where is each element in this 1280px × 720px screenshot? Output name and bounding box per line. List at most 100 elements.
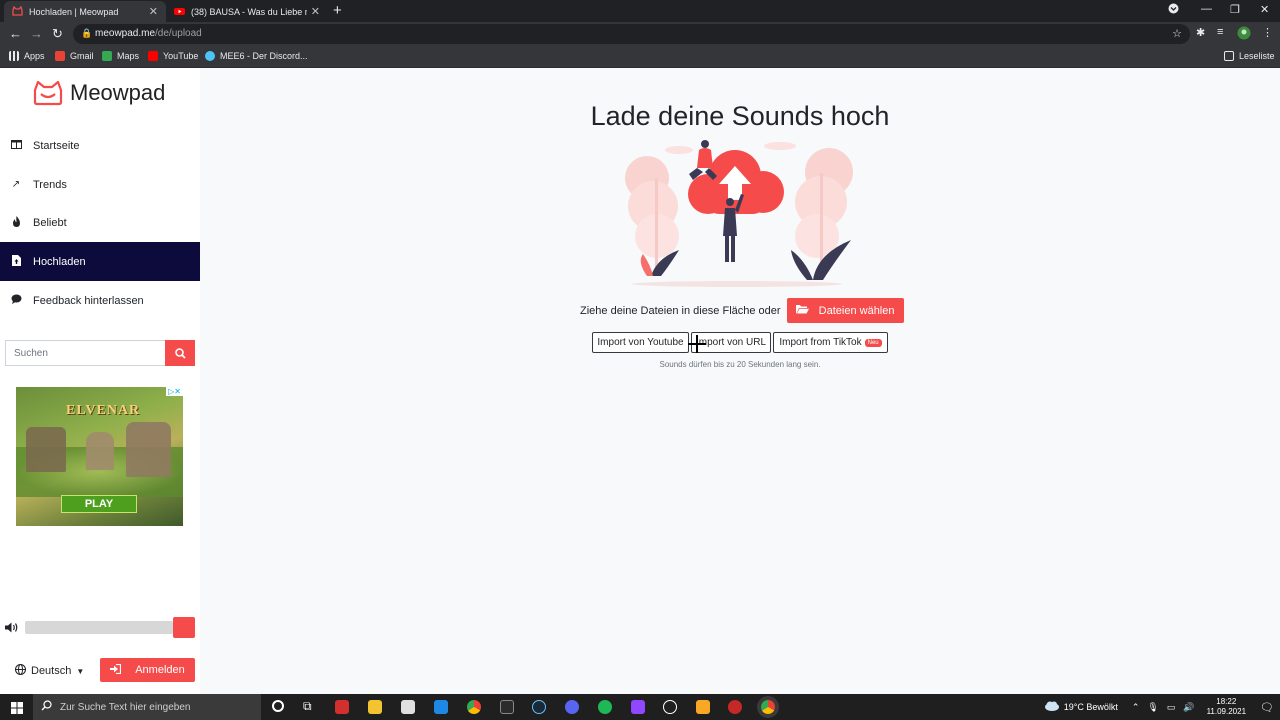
back-arrow-icon[interactable]: ← xyxy=(9,26,22,41)
volume-slider-track[interactable] xyxy=(25,621,173,634)
clock[interactable]: 18:22 11.09.2021 xyxy=(1207,697,1246,717)
minimize-icon[interactable]: — xyxy=(1201,3,1212,15)
reload-icon[interactable]: ↻ xyxy=(52,26,63,42)
volume-slider-handle[interactable] xyxy=(173,617,195,638)
network-icon[interactable]: ▭ xyxy=(1167,702,1176,713)
cortana-icon[interactable] xyxy=(272,700,284,712)
windows-start-icon[interactable] xyxy=(11,701,23,719)
import-tiktok-label: Import from TikTok xyxy=(779,337,862,348)
mee6-icon xyxy=(205,51,215,61)
arrow-up-right-icon: ↗ xyxy=(11,179,21,190)
discord-icon[interactable] xyxy=(565,700,579,714)
login-button[interactable]: Anmelden xyxy=(100,658,195,682)
search-input[interactable] xyxy=(5,340,165,366)
speaker-icon[interactable]: 🔊 xyxy=(1183,702,1194,713)
new-badge: Neu xyxy=(864,338,882,347)
bookmark-youtube[interactable]: YouTube xyxy=(148,51,198,61)
browser-menu-icon[interactable]: ⋮ xyxy=(1262,26,1273,39)
search-button[interactable] xyxy=(165,340,195,366)
bookmark-star-icon[interactable]: ☆ xyxy=(1172,27,1182,40)
comment-icon xyxy=(10,294,22,307)
tab-close-icon[interactable]: ✕ xyxy=(149,5,158,18)
profile-dropdown-icon[interactable] xyxy=(1168,3,1179,17)
apps-grid-icon xyxy=(9,51,19,61)
nav-label: Feedback hinterlassen xyxy=(33,294,144,307)
chrome-icon[interactable] xyxy=(467,700,481,714)
youtube-icon xyxy=(148,51,158,61)
taskbar-search-box[interactable]: Zur Suche Text hier eingeben xyxy=(33,694,261,720)
weather-text[interactable]: 19°C Bewölkt xyxy=(1064,702,1118,712)
choose-files-button[interactable]: Dateien wählen xyxy=(786,298,904,323)
close-window-icon[interactable]: ✕ xyxy=(1260,3,1269,16)
media-player-icon[interactable] xyxy=(728,700,742,714)
forward-arrow-icon[interactable]: → xyxy=(30,26,43,41)
file-explorer-icon[interactable] xyxy=(368,700,382,714)
nav-item-feedback[interactable]: Feedback hinterlassen xyxy=(0,281,200,320)
extensions-puzzle-icon[interactable]: ✱ xyxy=(1196,26,1205,39)
tab-youtube[interactable]: (38) BAUSA - Was du Liebe nenn ✕ xyxy=(166,1,328,22)
nav-label: Beliebt xyxy=(33,216,67,229)
clock-date: 11.09.2021 xyxy=(1206,707,1247,716)
nav-item-hochladen[interactable]: Hochladen xyxy=(0,242,200,281)
ad-play-button[interactable]: PLAY xyxy=(61,495,137,513)
nav-item-beliebt[interactable]: Beliebt xyxy=(0,203,200,242)
lock-icon: 🔒 xyxy=(81,28,93,38)
new-tab-plus-icon[interactable]: + xyxy=(333,2,342,19)
store-icon[interactable] xyxy=(401,700,415,714)
gmail-icon xyxy=(55,51,65,61)
obs-icon[interactable] xyxy=(663,700,677,714)
cloud-upload-illustration xyxy=(625,140,853,287)
tab-title: (38) BAUSA - Was du Liebe nenn xyxy=(191,6,307,17)
tab-close-icon[interactable]: ✕ xyxy=(311,5,320,18)
taskbar-search-placeholder: Zur Suche Text hier eingeben xyxy=(60,701,191,713)
rockstar-icon[interactable] xyxy=(696,700,710,714)
tab-meowpad[interactable]: Hochladen | Meowpad ✕ xyxy=(4,1,166,22)
brand-name: Meowpad xyxy=(70,80,166,105)
brand-logo[interactable]: Meowpad xyxy=(32,80,165,106)
bookmark-mee6[interactable]: MEE6 - Der Discord... xyxy=(205,51,308,61)
language-selector[interactable]: Deutsch ▼ xyxy=(14,663,85,678)
nav-label: Startseite xyxy=(33,139,80,152)
nav-label: Trends xyxy=(33,178,67,191)
nav-item-startseite[interactable]: Startseite xyxy=(0,126,200,165)
language-label: Deutsch xyxy=(31,665,72,677)
epic-games-icon[interactable] xyxy=(500,700,514,714)
steam-icon[interactable] xyxy=(532,700,546,714)
caret-down-icon: ▼ xyxy=(76,666,85,676)
bookmark-maps[interactable]: Maps xyxy=(102,51,139,61)
globe-icon xyxy=(14,663,27,678)
task-view-icon[interactable]: ⧉ xyxy=(303,699,312,714)
notification-icon[interactable]: 🗨 xyxy=(1260,701,1274,714)
acrobat-icon[interactable] xyxy=(335,700,349,714)
spotify-icon[interactable] xyxy=(598,700,612,714)
bookmark-gmail[interactable]: Gmail xyxy=(55,51,94,61)
chrome-active-icon[interactable] xyxy=(761,700,775,714)
sign-in-icon xyxy=(110,663,122,677)
reading-list-icon xyxy=(1224,51,1234,61)
address-bar[interactable]: 🔒 meowpad.me/de/upload ☆ xyxy=(73,24,1190,44)
search-icon xyxy=(41,700,52,714)
nav-item-trends[interactable]: ↗ Trends xyxy=(0,165,200,204)
bookmark-apps[interactable]: Apps xyxy=(9,51,45,61)
columns-icon xyxy=(10,139,22,152)
profile-avatar[interactable] xyxy=(1237,26,1251,43)
mail-icon[interactable] xyxy=(434,700,448,714)
clock-time: 18:22 xyxy=(1216,697,1237,706)
windows-taskbar: Zur Suche Text hier eingeben ⧉ 19°C Bewö… xyxy=(0,694,1280,720)
reading-list[interactable]: Leseliste xyxy=(1224,51,1275,61)
system-tray: 19°C Bewölkt ⌃ 🎙 ▭ 🔊 18:22 11.09.2021 🗨 xyxy=(1044,694,1274,720)
import-tiktok-button[interactable]: Import from TikTok Neu xyxy=(773,332,888,353)
file-upload-icon xyxy=(10,254,22,269)
crosshair-cursor-icon xyxy=(688,335,706,353)
restore-icon[interactable]: ❐ xyxy=(1230,3,1240,16)
volume-icon[interactable] xyxy=(5,620,19,638)
drop-zone-row[interactable]: Ziehe deine Dateien in diese Fläche oder… xyxy=(580,298,904,323)
search-box xyxy=(5,340,195,366)
media-control-icon[interactable]: ≡ xyxy=(1217,26,1223,38)
ad-choices-icon[interactable]: ▷✕ xyxy=(166,387,183,396)
twitch-icon[interactable] xyxy=(631,700,645,714)
chevron-up-icon[interactable]: ⌃ xyxy=(1132,702,1140,713)
advertisement-banner[interactable]: ELVENAR PLAY ▷✕ xyxy=(16,387,183,526)
import-youtube-button[interactable]: Import von Youtube xyxy=(592,332,689,353)
sidebar: Meowpad Startseite ↗ Trends Beliebt Hoch… xyxy=(0,68,200,694)
